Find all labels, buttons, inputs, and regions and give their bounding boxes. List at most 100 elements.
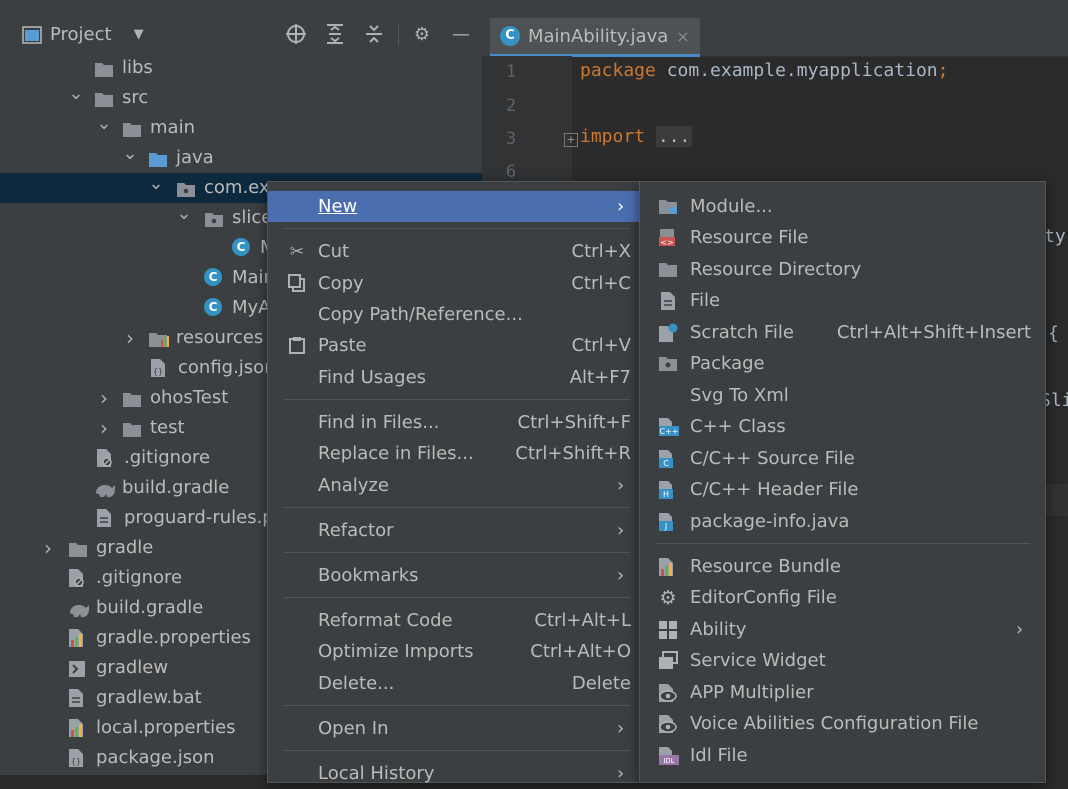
menu-item-label: Copy	[318, 273, 364, 294]
tree-item-label: .gitignore	[96, 567, 183, 588]
submenu-item-resource-file[interactable]: <> Resource File	[640, 222, 1045, 253]
svg-text:H: H	[663, 490, 669, 499]
menu-item-find-in-files[interactable]: Find in Files... Ctrl+Shift+F	[268, 407, 640, 438]
svg-text:IDL: IDL	[663, 757, 674, 765]
menu-separator	[284, 705, 630, 706]
expand-all-icon[interactable]	[323, 23, 347, 47]
submenu-item-cpp-class[interactable]: C++ C++ Class	[640, 411, 1045, 442]
tab-mainability-java[interactable]: C MainAbility.java ×	[490, 18, 700, 57]
chevron-down-icon[interactable]: ⌄	[122, 139, 138, 169]
resource-file-icon: <>	[658, 228, 678, 248]
submenu-item-c-header[interactable]: H C/C++ Header File	[640, 474, 1045, 505]
chevron-right-icon: ›	[1016, 619, 1024, 640]
locate-icon[interactable]	[284, 23, 308, 47]
code-line-1[interactable]: package com.example.myapplication;	[580, 60, 948, 81]
close-icon[interactable]: ×	[676, 27, 689, 46]
code-package-name: com.example.myapplication	[655, 60, 938, 81]
ignore-file-icon	[68, 568, 90, 588]
gradle-icon	[94, 478, 116, 498]
submenu-item-resource-bundle[interactable]: Resource Bundle	[640, 551, 1045, 582]
menu-separator	[284, 750, 630, 751]
menu-item-find-usages[interactable]: Find Usages Alt+F7	[268, 362, 640, 393]
folded-imports[interactable]: ...	[655, 126, 693, 147]
menu-item-label: Find Usages	[318, 367, 427, 388]
tree-item[interactable]: ⌄ java	[0, 143, 482, 173]
java-class-icon: C	[232, 238, 254, 258]
submenu-item-ability[interactable]: Ability ›	[640, 614, 1045, 645]
menu-item-shortcut: Ctrl+X	[571, 241, 631, 262]
menu-item-cut[interactable]: ✂ Cut Ctrl+X	[268, 236, 640, 267]
menu-item-label: Module...	[690, 196, 773, 217]
chevron-right-icon[interactable]: ›	[96, 413, 112, 443]
submenu-item-app-multiplier[interactable]: APP Multiplier	[640, 677, 1045, 708]
menu-item-optimize-imports[interactable]: Optimize Imports Ctrl+Alt+O	[268, 636, 640, 667]
chevron-down-icon[interactable]: ⌄	[96, 109, 112, 139]
menu-item-delete[interactable]: Delete... Delete	[268, 668, 640, 699]
scissors-icon: ✂	[289, 242, 305, 262]
ignore-file-icon	[96, 448, 118, 468]
tree-item[interactable]: ⌄ src	[0, 83, 482, 113]
chevron-down-icon[interactable]: ⌄	[68, 79, 84, 109]
tree-item-label: ohosTest	[150, 387, 229, 408]
submenu-item-file[interactable]: File	[640, 285, 1045, 316]
submenu-item-c-source[interactable]: C C/C++ Source File	[640, 443, 1045, 474]
window-title-strip	[0, 0, 1068, 14]
menu-item-label: Reformat Code	[318, 610, 453, 631]
menu-item-copy-path[interactable]: Copy Path/Reference...	[268, 299, 640, 330]
gear-icon: ⚙	[659, 587, 677, 609]
tree-item[interactable]: ⌄ main	[0, 113, 482, 143]
menu-item-refactor[interactable]: Refactor ›	[268, 515, 640, 546]
tree-item-label: main	[150, 117, 195, 138]
menu-item-label: Idl File	[690, 745, 748, 766]
folder-icon	[122, 388, 144, 408]
submenu-item-scratch-file[interactable]: Scratch File Ctrl+Alt+Shift+Insert	[640, 317, 1045, 348]
copy-icon	[287, 274, 307, 294]
chevron-down-icon[interactable]: ⌄	[148, 169, 164, 199]
chevron-right-icon[interactable]: ›	[96, 383, 112, 413]
chevron-down-icon[interactable]: ⌄	[176, 199, 192, 229]
menu-item-replace-in-files[interactable]: Replace in Files... Ctrl+Shift+R	[268, 438, 640, 469]
collapse-all-icon[interactable]	[362, 23, 386, 47]
submenu-item-module[interactable]: Module...	[640, 191, 1045, 222]
chevron-right-icon: ›	[617, 565, 625, 586]
submenu-item-idl-file[interactable]: IDL Idl File	[640, 740, 1045, 771]
submenu-item-service-widget[interactable]: Service Widget	[640, 645, 1045, 676]
menu-item-shortcut: Ctrl+Shift+F	[517, 412, 631, 433]
chevron-right-icon[interactable]: ›	[122, 323, 138, 353]
menu-separator	[284, 597, 630, 598]
code-line-3[interactable]: import ...	[580, 126, 693, 147]
tree-item-label: libs	[122, 57, 153, 78]
menu-item-shortcut: Ctrl+Alt+Shift+Insert	[836, 322, 1031, 343]
chevron-right-icon: ›	[617, 763, 625, 784]
menu-item-label: File	[690, 290, 721, 311]
submenu-item-package-info[interactable]: J package-info.java	[640, 506, 1045, 537]
menu-item-copy[interactable]: Copy Ctrl+C	[268, 268, 640, 299]
submenu-item-package[interactable]: Package	[640, 348, 1045, 379]
menu-item-open-in[interactable]: Open In ›	[268, 713, 640, 744]
chevron-right-icon[interactable]: ›	[40, 533, 56, 563]
menu-item-reformat-code[interactable]: Reformat Code Ctrl+Alt+L	[268, 605, 640, 636]
minimize-icon[interactable]: —	[449, 23, 473, 47]
submenu-item-voice-abilities[interactable]: Voice Abilities Configuration File	[640, 708, 1045, 739]
menu-item-local-history[interactable]: Local History ›	[268, 758, 640, 789]
gear-icon[interactable]: ⚙	[410, 23, 434, 47]
submenu-item-editorconfig[interactable]: ⚙ EditorConfig File	[640, 582, 1045, 613]
resources-folder-icon	[148, 328, 170, 348]
package-icon	[204, 208, 226, 228]
java-file-icon: J	[658, 512, 678, 532]
menu-item-label: Paste	[318, 335, 367, 356]
code-fragment: ty	[1044, 226, 1066, 247]
chevron-down-icon[interactable]: ▼	[134, 27, 144, 42]
project-view-selector[interactable]: Project ▼	[22, 24, 144, 45]
module-icon	[658, 197, 678, 217]
menu-item-analyze[interactable]: Analyze ›	[268, 470, 640, 501]
menu-item-paste[interactable]: Paste Ctrl+V	[268, 330, 640, 361]
fold-toggle-icon[interactable]: +	[564, 133, 578, 147]
menu-item-bookmarks[interactable]: Bookmarks ›	[268, 560, 640, 591]
submenu-item-svg-to-xml[interactable]: Svg To Xml	[640, 380, 1045, 411]
package-icon	[658, 354, 678, 374]
submenu-item-resource-directory[interactable]: Resource Directory	[640, 254, 1045, 285]
menu-item-new[interactable]: New ›	[268, 191, 640, 222]
file-icon	[68, 688, 90, 708]
folder-icon	[94, 88, 116, 108]
